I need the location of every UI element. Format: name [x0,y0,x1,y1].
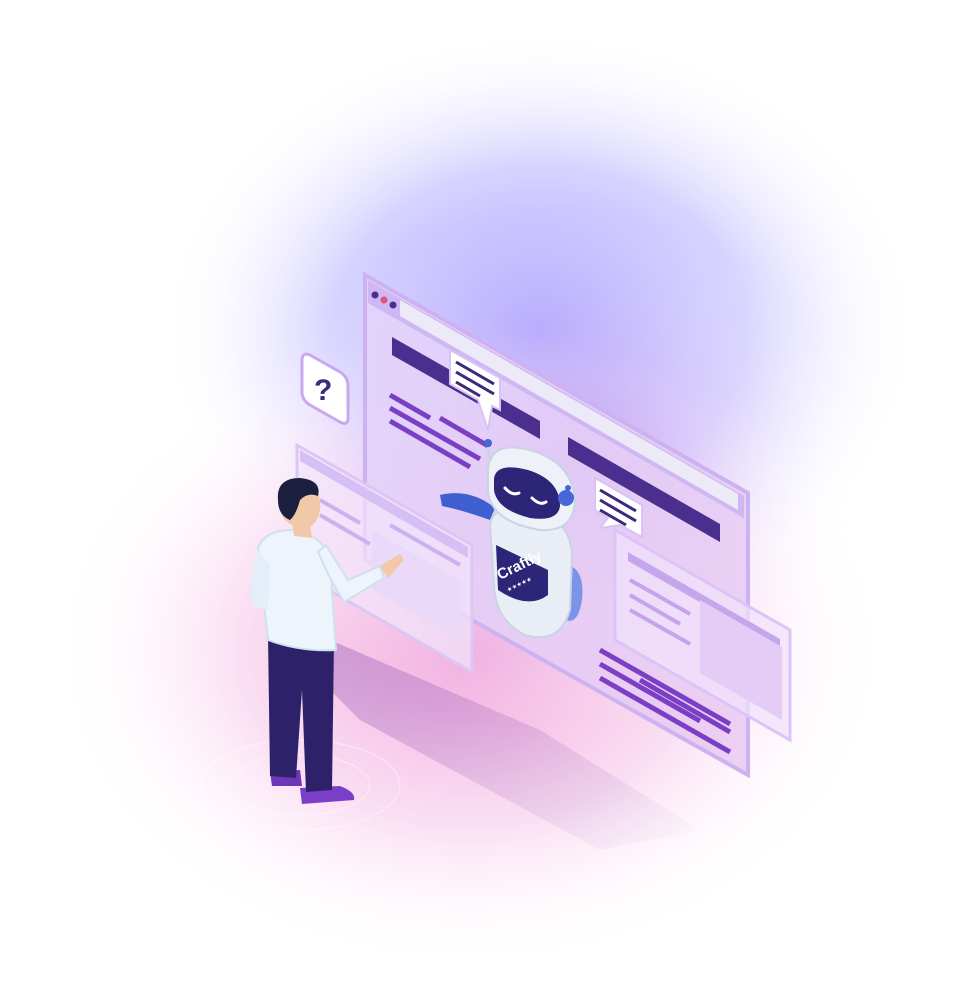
window-dot-icon [371,291,379,299]
robot-ear [558,490,574,506]
isometric-ai-assistant-illustration: ? Craftly ★★★★★ [50,30,920,970]
window-dot-icon [380,296,388,304]
question-mark-icon: ? [314,374,332,407]
window-dot-icon [389,301,397,309]
